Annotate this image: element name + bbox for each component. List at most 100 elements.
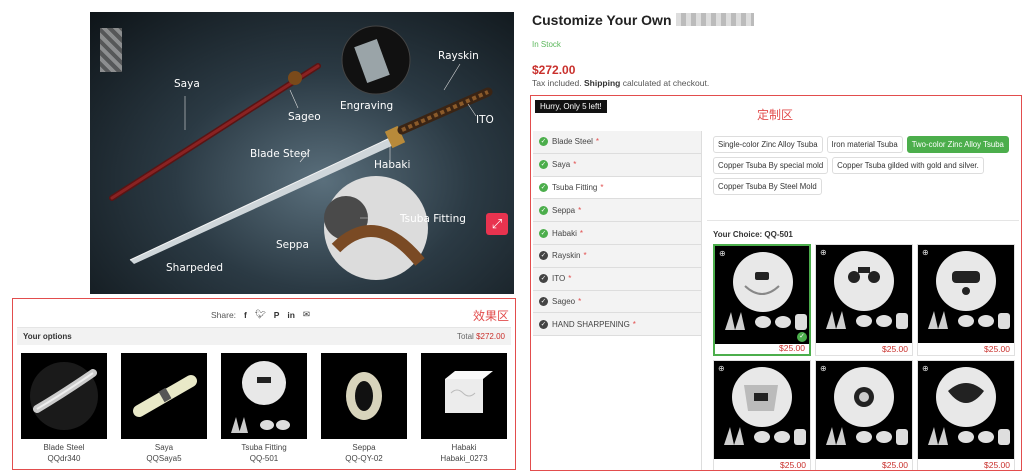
- label-tsuba-fitting: Tsuba Fitting: [400, 213, 466, 225]
- selected-check-icon: ✓: [797, 332, 807, 342]
- option-caption: Tsuba Fitting QQ-501: [221, 442, 307, 464]
- check-circle-icon: ✓: [539, 182, 548, 192]
- twitter-icon[interactable]: 🐦︎: [255, 309, 266, 320]
- stock-status: In Stock: [532, 40, 561, 49]
- required-asterisk: *: [578, 205, 582, 215]
- tsuba-tile[interactable]: ⊕ $25.00: [917, 244, 1015, 356]
- option-caption: Saya QQSaya5: [121, 442, 207, 464]
- check-circle-icon: ✓: [539, 296, 548, 306]
- product-price: $272.00: [532, 63, 576, 77]
- tile-price: $25.00: [882, 460, 908, 470]
- tile-price: $25.00: [780, 460, 806, 470]
- selected-option-card[interactable]: Seppa QQ-QY-02: [321, 353, 407, 464]
- step-item[interactable]: ✓ Sageo *: [533, 290, 701, 314]
- label-sharpeded: Sharpeded: [166, 262, 223, 274]
- tsuba-option-chip[interactable]: Copper Tsuba By Steel Mold: [713, 178, 822, 195]
- tsuba-tile[interactable]: ⊕ $25.00: [713, 360, 811, 470]
- product-hero-image[interactable]: Saya Sageo Engraving Rayskin ITO Blade S…: [90, 12, 514, 294]
- zoom-in-icon[interactable]: ⊕: [820, 364, 827, 373]
- tile-price: $25.00: [984, 460, 1010, 470]
- tsuba-tile[interactable]: ⊕ ✓ $25.00: [713, 244, 811, 356]
- label-ito: ITO: [476, 114, 494, 126]
- step-item[interactable]: ✓ Tsuba Fitting *: [533, 176, 701, 200]
- tsuba-option-chip[interactable]: Copper Tsuba By special mold: [713, 157, 829, 174]
- label-engraving: Engraving: [340, 100, 394, 112]
- tile-price: $25.00: [882, 344, 908, 354]
- shipping-link[interactable]: Shipping: [584, 78, 620, 88]
- option-thumbnail: [321, 353, 407, 439]
- divider: [707, 220, 1019, 221]
- option-code: QQ-501: [249, 454, 279, 463]
- effect-zone-label: 效果区: [473, 309, 510, 323]
- zoom-in-icon[interactable]: ⊕: [922, 248, 929, 257]
- tsuba-image: ⊕: [918, 361, 1014, 459]
- required-asterisk: *: [579, 228, 584, 238]
- zoom-in-icon[interactable]: ⊕: [922, 364, 929, 373]
- selected-option-card[interactable]: Habaki Habaki_0273: [421, 353, 507, 464]
- tsuba-option-chip[interactable]: Single-color Zinc Alloy Tsuba: [713, 136, 823, 153]
- customize-zone: Hurry, Only 5 left! 定制区 ✓ Blade Steel * ✓ Sa…: [530, 95, 1022, 471]
- zoom-in-icon[interactable]: ⊕: [718, 364, 725, 373]
- required-asterisk: *: [632, 319, 636, 329]
- tile-price: $25.00: [984, 344, 1010, 354]
- tsuba-option-chip[interactable]: Iron material Tsuba: [826, 136, 903, 153]
- check-circle-icon: ✓: [539, 251, 548, 261]
- step-item[interactable]: ✓ ITO *: [533, 267, 701, 291]
- option-code: Habaki_0273: [440, 454, 488, 463]
- tile-price: $25.00: [779, 343, 805, 353]
- option-thumbnail: [221, 353, 307, 439]
- required-asterisk: *: [600, 182, 604, 192]
- required-asterisk: *: [595, 137, 600, 147]
- step-item[interactable]: ✓ Saya *: [533, 153, 701, 177]
- tsuba-option-chip[interactable]: Two-color Zinc Alloy Tsuba: [906, 136, 1009, 153]
- label-blade-steel: Blade Steel: [250, 148, 310, 160]
- effect-zone: 效果区 Share: f 🐦︎ P in ✉︎ Your options Tot…: [12, 298, 516, 470]
- step-list: ✓ Blade Steel * ✓ Saya * ✓ Tsuba Fitting * ✓ Seppa…: [533, 131, 701, 337]
- share-bar: Share: f 🐦︎ P in ✉︎: [211, 309, 310, 320]
- label-habaki: Habaki: [374, 159, 411, 171]
- check-circle-icon: ✓: [539, 137, 548, 147]
- zoom-in-icon[interactable]: ⊕: [820, 248, 827, 257]
- selected-option-card[interactable]: Saya QQSaya5: [121, 353, 207, 464]
- step-item[interactable]: ✓ Seppa *: [533, 199, 701, 223]
- pinterest-icon[interactable]: P: [274, 310, 280, 320]
- tsuba-tile[interactable]: ⊕ $25.00: [815, 360, 913, 470]
- selected-option-card[interactable]: Blade Steel QQdr340: [21, 353, 107, 464]
- tsuba-tile[interactable]: ⊕ $25.00: [815, 244, 913, 356]
- options-total: Total $272.00: [456, 332, 505, 341]
- label-rayskin: Rayskin: [438, 50, 479, 62]
- check-circle-icon: ✓: [539, 205, 548, 215]
- brand-logo-blurred: [100, 28, 122, 72]
- tsuba-tile-grid: ⊕ ✓ $25.00 ⊕ $25.00 ⊕ $25.00 ⊕ $25.00 ⊕ $25.00 ⊕ $25…: [713, 244, 1019, 470]
- required-asterisk: *: [578, 296, 582, 306]
- required-asterisk: *: [568, 274, 572, 284]
- facebook-icon[interactable]: f: [244, 310, 247, 320]
- expand-icon[interactable]: ⤢: [486, 213, 508, 235]
- option-thumbnail: [121, 353, 207, 439]
- step-item[interactable]: ✓ Habaki *: [533, 222, 701, 245]
- customize-zone-label: 定制区: [757, 108, 794, 122]
- tsuba-image: ⊕: [816, 361, 912, 459]
- zoom-in-icon[interactable]: ⊕: [719, 249, 726, 258]
- stock-warning-badge: Hurry, Only 5 left!: [535, 100, 607, 113]
- option-name: Habaki: [451, 443, 477, 452]
- option-code: QQdr340: [47, 454, 81, 463]
- step-item[interactable]: ✓ HAND SHARPENING *: [533, 313, 701, 337]
- label-saya: Saya: [174, 78, 200, 90]
- step-item[interactable]: ✓ Rayskin *: [533, 244, 701, 268]
- tsuba-option-chip[interactable]: Copper Tsuba gilded with gold and silver…: [832, 157, 984, 174]
- selected-option-card[interactable]: Tsuba Fitting QQ-501: [221, 353, 307, 464]
- option-name: Saya: [154, 443, 174, 452]
- step-item[interactable]: ✓ Blade Steel *: [533, 131, 701, 154]
- step-label: ITO: [552, 274, 566, 284]
- selected-options-list: Blade Steel QQdr340 Saya QQSaya5 Tsuba Fitti…: [17, 353, 511, 464]
- linkedin-icon[interactable]: in: [287, 310, 295, 320]
- step-label: Blade Steel: [552, 137, 593, 147]
- your-choice: Your Choice: QQ-501: [713, 230, 793, 239]
- tsuba-tile[interactable]: ⊕ $25.00: [917, 360, 1015, 470]
- check-circle-icon: ✓: [539, 319, 548, 329]
- step-label: Rayskin: [552, 251, 581, 261]
- email-icon[interactable]: ✉︎: [303, 309, 310, 320]
- check-circle-icon: ✓: [539, 274, 548, 284]
- tsuba-image: ⊕: [918, 245, 1014, 343]
